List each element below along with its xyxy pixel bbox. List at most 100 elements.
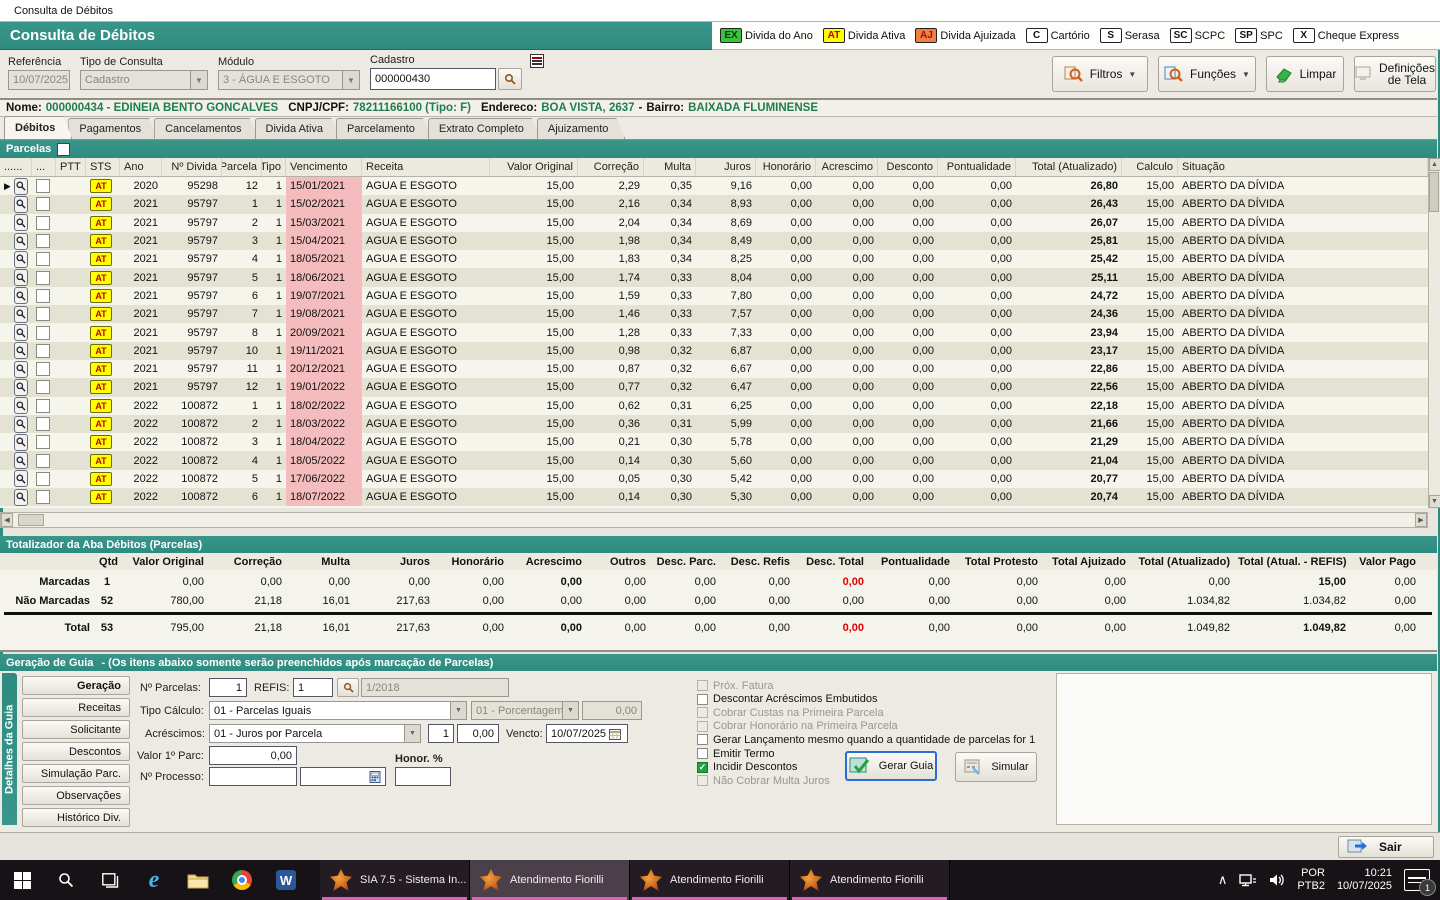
scroll-up-button[interactable]: ▲: [1429, 158, 1440, 171]
checkbox[interactable]: [697, 721, 708, 732]
column-header[interactable]: Desconto: [878, 158, 938, 176]
valor-1parc-input[interactable]: 0,00: [209, 746, 297, 765]
word-button[interactable]: W: [264, 860, 308, 900]
row-magnifier-button[interactable]: [14, 306, 28, 323]
sidebar-button-gera-o[interactable]: Geração: [22, 676, 130, 695]
table-row[interactable]: AT2021957978120/09/2021AGUA E ESGOTO15,0…: [0, 323, 1428, 341]
processo-aux-input[interactable]: [300, 767, 386, 786]
row-checkbox[interactable]: [36, 197, 50, 211]
refis-search-button[interactable]: [337, 678, 359, 697]
column-header[interactable]: Total (Atualizado): [1016, 158, 1122, 176]
porcentagem-valor-field[interactable]: 0,00: [582, 701, 642, 720]
porcentagem-select[interactable]: 01 - Porcentagem▼: [471, 701, 579, 720]
column-header[interactable]: ......: [0, 158, 32, 176]
table-row[interactable]: AT2021957975118/06/2021AGUA E ESGOTO15,0…: [0, 268, 1428, 286]
checkbox[interactable]: [697, 775, 708, 786]
funcoes-button[interactable]: Funções▼: [1158, 56, 1256, 92]
row-checkbox[interactable]: [36, 490, 50, 504]
network-icon[interactable]: [1239, 873, 1257, 887]
table-row[interactable]: AT20219579710119/11/2021AGUA E ESGOTO15,…: [0, 342, 1428, 360]
table-row[interactable]: AT20221008722118/03/2022AGUA E ESGOTO15,…: [0, 415, 1428, 433]
column-header[interactable]: Pontualidade: [938, 158, 1016, 176]
row-magnifier-button[interactable]: [14, 342, 28, 359]
tab-parcelamento[interactable]: Parcelamento: [336, 118, 432, 139]
row-magnifier-button[interactable]: [14, 379, 28, 396]
clock[interactable]: 10:21 10/07/2025: [1337, 867, 1392, 893]
tab-cancelamentos[interactable]: Cancelamentos: [154, 118, 258, 139]
modulo-select[interactable]: 3 - ÁGUA E ESGOTO▼: [218, 70, 360, 90]
column-header[interactable]: Tipo: [262, 158, 286, 176]
simular-button[interactable]: Simular: [955, 752, 1037, 782]
table-row[interactable]: ▶AT20209529812115/01/2021AGUA E ESGOTO15…: [0, 177, 1428, 195]
row-magnifier-button[interactable]: [14, 178, 28, 195]
column-header[interactable]: Receita: [362, 158, 490, 176]
vertical-scrollbar-thumb[interactable]: [1429, 172, 1439, 212]
taskbar-app-3[interactable]: Atendimento Fiorilli: [790, 860, 950, 900]
row-magnifier-button[interactable]: [14, 196, 28, 213]
row-checkbox[interactable]: [36, 307, 50, 321]
calendar-icon[interactable]: [609, 728, 621, 740]
table-row[interactable]: AT20221008724118/05/2022AGUA E ESGOTO15,…: [0, 451, 1428, 469]
table-row[interactable]: AT20219579711120/12/2021AGUA E ESGOTO15,…: [0, 360, 1428, 378]
list-options-icon[interactable]: [530, 54, 544, 68]
row-magnifier-button[interactable]: [14, 269, 28, 286]
scroll-left-button[interactable]: ◀: [1, 513, 13, 527]
row-magnifier-button[interactable]: [14, 251, 28, 268]
column-header[interactable]: Valor Original: [490, 158, 578, 176]
sidebar-button-hist-rico-div-[interactable]: Histórico Div.: [22, 808, 130, 827]
row-magnifier-button[interactable]: [14, 233, 28, 250]
tray-chevron-icon[interactable]: ∧: [1218, 872, 1228, 888]
row-checkbox[interactable]: [36, 234, 50, 248]
column-header[interactable]: Parcela: [222, 158, 262, 176]
sidebar-button-receitas[interactable]: Receitas: [22, 698, 130, 717]
table-row[interactable]: AT2021957971115/02/2021AGUA E ESGOTO15,0…: [0, 195, 1428, 213]
task-view-button[interactable]: [88, 860, 132, 900]
column-header[interactable]: Ano: [120, 158, 162, 176]
notification-center-icon[interactable]: 1: [1404, 869, 1430, 891]
row-checkbox[interactable]: [36, 454, 50, 468]
acrescimos-valor-input[interactable]: 0,00: [457, 724, 499, 743]
row-magnifier-button[interactable]: [14, 361, 28, 378]
table-row[interactable]: AT2021957976119/07/2021AGUA E ESGOTO15,0…: [0, 287, 1428, 305]
language-indicator[interactable]: POR PTB2: [1297, 867, 1325, 893]
table-row[interactable]: AT20219579712119/01/2022AGUA E ESGOTO15,…: [0, 378, 1428, 396]
row-magnifier-button[interactable]: [14, 397, 28, 414]
checkbox[interactable]: [697, 707, 708, 718]
tab-pagamentos[interactable]: Pagamentos: [68, 118, 158, 139]
row-checkbox[interactable]: [36, 472, 50, 486]
parcelas-checkbox[interactable]: [57, 143, 70, 156]
column-header[interactable]: STS: [86, 158, 120, 176]
tab-divida-ativa[interactable]: Divida Ativa: [255, 118, 340, 139]
chrome-button[interactable]: [220, 860, 264, 900]
horizontal-scrollbar-thumb[interactable]: [18, 514, 44, 526]
checkbox[interactable]: ✓: [697, 762, 708, 773]
checkbox[interactable]: [697, 680, 708, 691]
row-checkbox[interactable]: [36, 344, 50, 358]
row-checkbox[interactable]: [36, 179, 50, 193]
taskbar-search-button[interactable]: [44, 860, 88, 900]
sidebar-button-solicitante[interactable]: Solicitante: [22, 720, 130, 739]
referencia-field[interactable]: 10/07/2025: [8, 70, 70, 90]
row-magnifier-button[interactable]: [14, 287, 28, 304]
file-explorer-button[interactable]: [176, 860, 220, 900]
row-magnifier-button[interactable]: [14, 470, 28, 487]
limpar-button[interactable]: Limpar: [1266, 56, 1344, 92]
column-header[interactable]: Vencimento: [286, 158, 362, 176]
table-row[interactable]: AT2021957977119/08/2021AGUA E ESGOTO15,0…: [0, 305, 1428, 323]
column-header[interactable]: Honorário: [756, 158, 816, 176]
column-header[interactable]: Situação: [1178, 158, 1428, 176]
acrescimos-n-input[interactable]: 1: [428, 724, 454, 743]
table-row[interactable]: AT2021957972115/03/2021AGUA E ESGOTO15,0…: [0, 214, 1428, 232]
tipo-consulta-select[interactable]: Cadastro▼: [80, 70, 208, 90]
honor-input[interactable]: [395, 767, 451, 786]
table-row[interactable]: AT20221008725117/06/2022AGUA E ESGOTO15,…: [0, 470, 1428, 488]
row-checkbox[interactable]: [36, 399, 50, 413]
gerar-guia-button[interactable]: Gerar Guia: [845, 751, 937, 781]
detalhes-da-guia-tab[interactable]: Detalhes da Guia: [2, 673, 17, 825]
vencto-input[interactable]: 10/07/2025: [546, 724, 628, 743]
sidebar-button-simula-o-parc-[interactable]: Simulação Parc.: [22, 764, 130, 783]
sidebar-button-descontos[interactable]: Descontos: [22, 742, 130, 761]
tab-d-bitos[interactable]: Débitos: [4, 116, 72, 139]
row-magnifier-button[interactable]: [14, 214, 28, 231]
taskbar-app-2[interactable]: Atendimento Fiorilli: [630, 860, 790, 900]
